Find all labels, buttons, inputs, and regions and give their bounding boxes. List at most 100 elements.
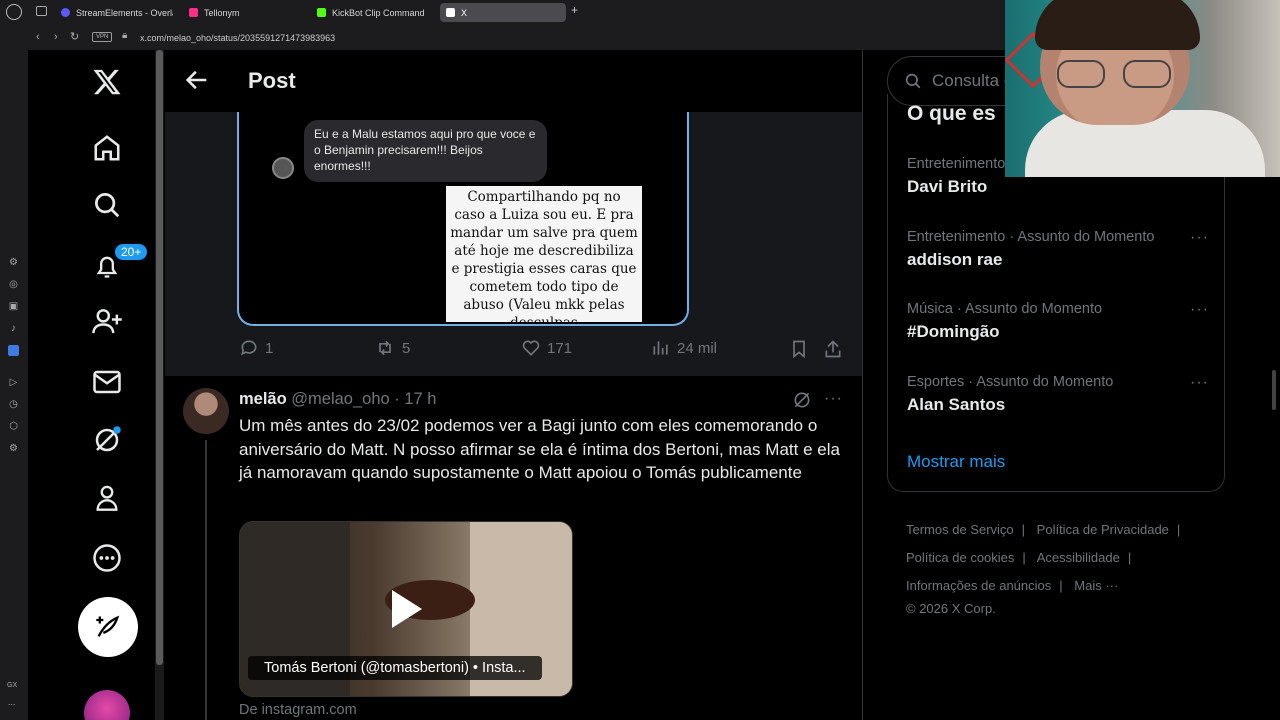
page-title: Post [248,68,296,93]
show-more-link[interactable]: Mostrar mais [907,452,1005,472]
trend-more-icon[interactable]: ··· [1190,301,1209,319]
trend-more-icon[interactable]: ··· [1190,229,1209,247]
gx-label[interactable]: GX [7,682,17,689]
bookmark-icon [793,340,805,359]
instagram-icon[interactable]: ▣ [8,301,19,312]
tab-tellonym[interactable]: Tellonym [183,3,303,22]
more-icon[interactable]: ... [8,697,16,707]
video-card[interactable]: Tomás Bertoni (@tomasbertoni) • Insta... [239,521,573,697]
chat-bubble-text: Eu e a Malu estamos aqui pro que voce e … [304,120,547,182]
chat-avatar [272,157,294,179]
kickbot-favicon-icon [317,8,326,17]
more-dots-icon[interactable]: ··· [824,390,843,415]
url-text[interactable]: x.com/melao_oho/status/20355912714739839… [140,33,335,43]
play-icon[interactable] [392,590,422,628]
whatsapp-icon[interactable]: ◎ [8,279,19,290]
history-icon[interactable]: ◷ [8,399,19,410]
lock-icon[interactable]: 🔒︎ [122,30,127,41]
webcam-hair [1035,0,1200,50]
opera-logo-icon[interactable] [6,4,22,20]
tab-list-icon[interactable] [36,6,47,16]
footer-link-ads[interactable]: Informações de anúncios [906,578,1051,593]
trend-name: Alan Santos [907,395,1006,414]
copyright: © 2026 X Corp. [906,601,996,616]
forward-nav-icon[interactable]: › [54,31,58,43]
author-name[interactable]: melão [239,390,287,408]
scrollbar-thumb[interactable] [156,50,163,665]
account-avatar[interactable] [84,690,130,720]
share-button[interactable] [823,338,843,360]
note-card-text: Compartilhando pq no caso a Luiza sou eu… [446,186,642,322]
screen: StreamElements - Overlay Tellonym KickBo… [0,0,1280,720]
avatar[interactable] [183,388,229,434]
mail-icon[interactable] [87,362,127,402]
footer-link-privacy[interactable]: Política de Privacidade [1037,522,1169,537]
like-count: 171 [547,339,573,357]
more-options-icon[interactable] [87,538,127,578]
tab-label: X [461,7,468,18]
heart-icon [522,340,540,356]
trend-name: #Domingão [907,322,1000,341]
webcam-overlay [1005,0,1280,177]
search-placeholder: Consulta o [932,71,1014,90]
tab-label: Tellonym [204,7,240,18]
vpn-badge[interactable]: VPN [92,32,113,42]
video-caption[interactable]: Tomás Bertoni (@tomasbertoni) • Insta... [248,656,542,680]
search-icon [905,73,921,89]
tab-kickbot[interactable]: KickBot Clip Command [311,3,436,22]
link-source[interactable]: De instagram.com [239,702,357,718]
like-button[interactable]: 171 [521,338,572,358]
views-button[interactable]: 24 mil [651,338,717,358]
trend-item[interactable]: Música · Assunto do Momento #Domingão ··… [907,301,1219,342]
trend-item[interactable]: Entretenimento · Assunto do Momento addi… [907,229,1219,270]
gear-icon[interactable]: ⚙ [8,443,19,454]
webcam-glasses [1057,60,1175,88]
player-icon[interactable]: ▷ [8,377,19,388]
repost-icon [379,340,391,356]
x-logo-icon[interactable] [87,62,127,102]
tab-x[interactable]: X [440,3,566,22]
feather-plus-icon [96,615,120,637]
x-left-nav: 20+ [28,50,153,720]
plus-icon[interactable]: + [569,4,580,16]
post-quoted-media[interactable]: Eu e a Malu estamos aqui pro que voce e … [165,112,862,376]
grok-icon[interactable] [87,420,127,460]
grok-explain-icon[interactable] [792,390,812,415]
app-icon[interactable] [8,345,19,356]
main-column: Post Eu e a Malu estamos aqui pro que vo… [165,50,863,720]
post-time[interactable]: · 17 h [394,390,436,408]
post-author-line: melão @melao_oho · 17 h [239,390,436,409]
author-handle[interactable]: @melao_oho [291,390,389,408]
reply-button[interactable]: 1 [239,338,273,358]
back-nav-icon[interactable]: ‹ [36,31,40,43]
trend-category: Música · Assunto do Momento [907,301,1103,317]
notifications-badge: 20+ [113,242,150,262]
left-scrollbar[interactable] [155,50,164,720]
tab-streamelements[interactable]: StreamElements - Overlay [55,3,173,22]
footer-link-terms[interactable]: Termos de Serviço [906,522,1014,537]
compose-post-button[interactable] [78,597,138,657]
settings-icon[interactable]: ⚙ [8,257,19,268]
back-arrow-icon[interactable] [183,66,211,94]
reply-post[interactable]: melão @melao_oho · 17 h ··· Um mês antes… [165,376,862,720]
trend-more-icon[interactable]: ··· [1190,374,1209,392]
trend-category: Entretenimento · Assunto do Momento [907,229,1155,245]
profile-icon[interactable] [87,478,127,518]
repost-button[interactable]: 5 [374,338,410,358]
trend-name: Davi Brito [907,177,988,196]
tiktok-icon[interactable]: ♪ [8,323,19,334]
right-scrollbar[interactable] [1272,370,1276,410]
views-icon [653,341,668,355]
search-icon[interactable] [87,185,127,225]
extensions-icon[interactable]: ⬡ [8,421,19,432]
post-image[interactable]: Eu e a Malu estamos aqui pro que voce e … [237,112,689,326]
add-person-icon[interactable] [87,302,127,342]
footer-link-accessibility[interactable]: Acessibilidade [1037,550,1120,565]
footer-link-cookies[interactable]: Política de cookies [906,550,1014,565]
footer-link-more[interactable]: Mais ··· [1074,578,1118,593]
bookmark-button[interactable] [789,338,809,360]
tellonym-favicon-icon [189,8,198,17]
reload-icon[interactable]: ↻ [70,30,79,43]
home-icon[interactable] [87,128,127,168]
trend-item[interactable]: Esportes · Assunto do Momento Alan Santo… [907,374,1219,415]
